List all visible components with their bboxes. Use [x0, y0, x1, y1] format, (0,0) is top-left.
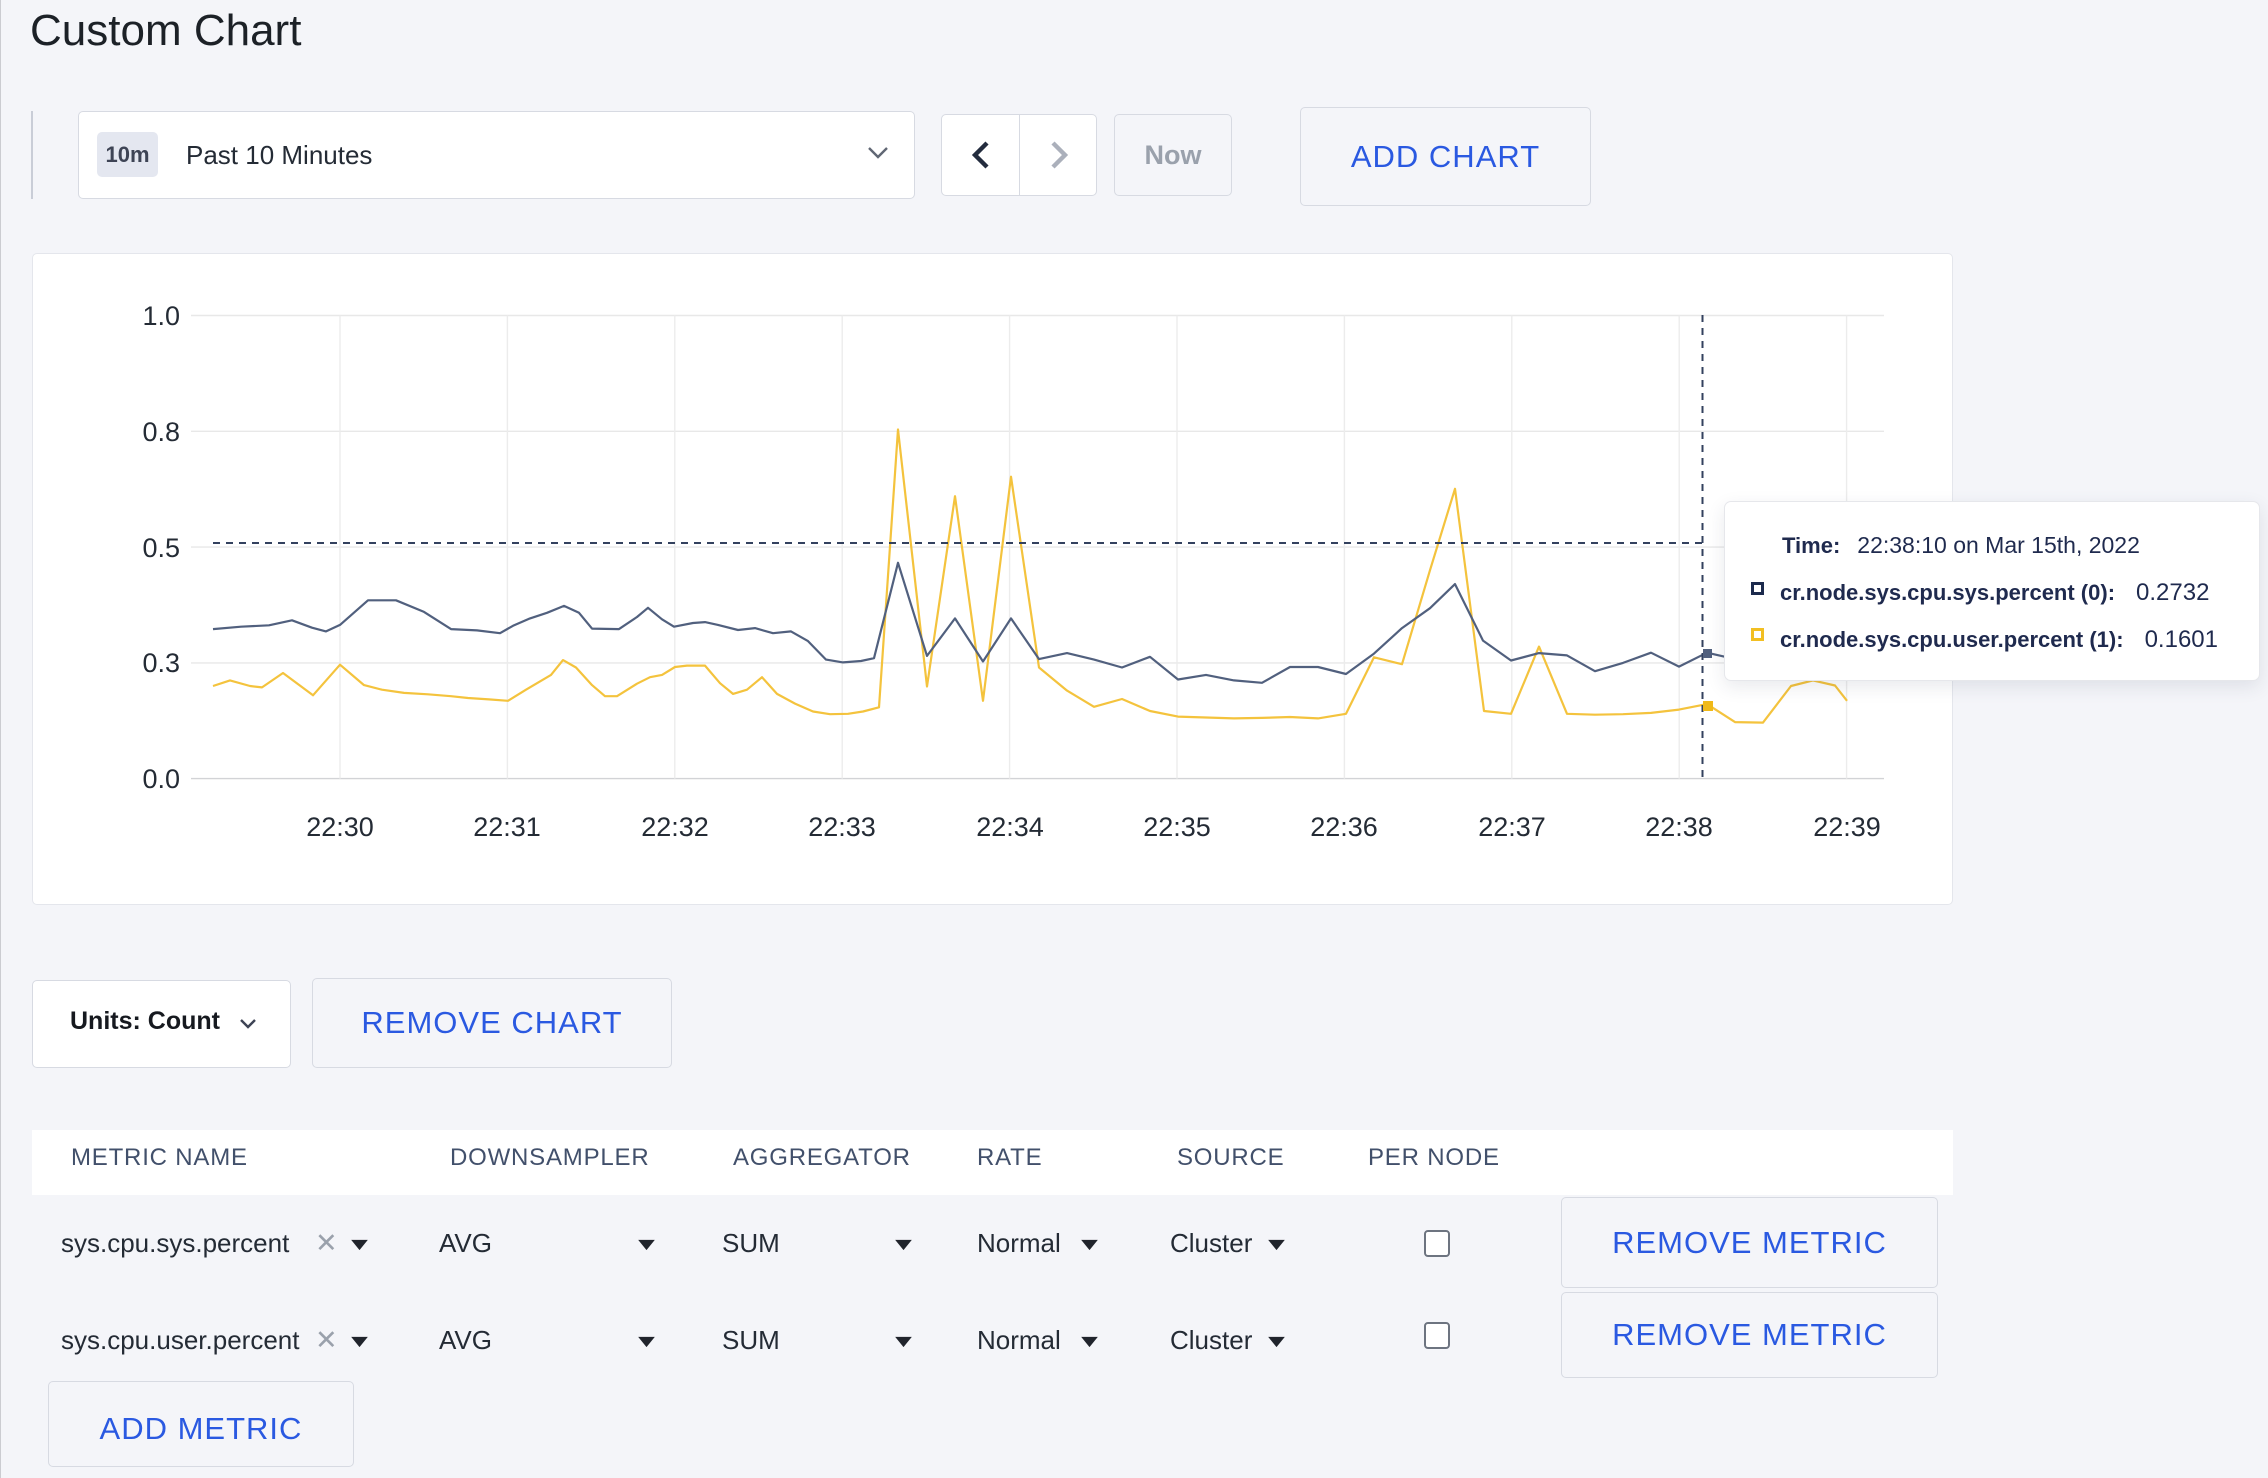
svg-text:22:30: 22:30: [306, 812, 374, 842]
svg-text:22:37: 22:37: [1478, 812, 1546, 842]
svg-text:22:34: 22:34: [976, 812, 1044, 842]
svg-text:22:33: 22:33: [808, 812, 876, 842]
svg-text:22:31: 22:31: [473, 812, 541, 842]
svg-text:0.8: 0.8: [142, 417, 180, 447]
svg-text:1.0: 1.0: [142, 301, 180, 331]
svg-text:0.5: 0.5: [142, 533, 180, 563]
svg-text:22:38: 22:38: [1645, 812, 1713, 842]
svg-text:22:35: 22:35: [1143, 812, 1211, 842]
svg-text:22:32: 22:32: [641, 812, 709, 842]
svg-text:0.3: 0.3: [142, 648, 180, 678]
svg-text:22:39: 22:39: [1813, 812, 1881, 842]
svg-text:22:36: 22:36: [1310, 812, 1378, 842]
svg-text:0.0: 0.0: [142, 764, 180, 794]
